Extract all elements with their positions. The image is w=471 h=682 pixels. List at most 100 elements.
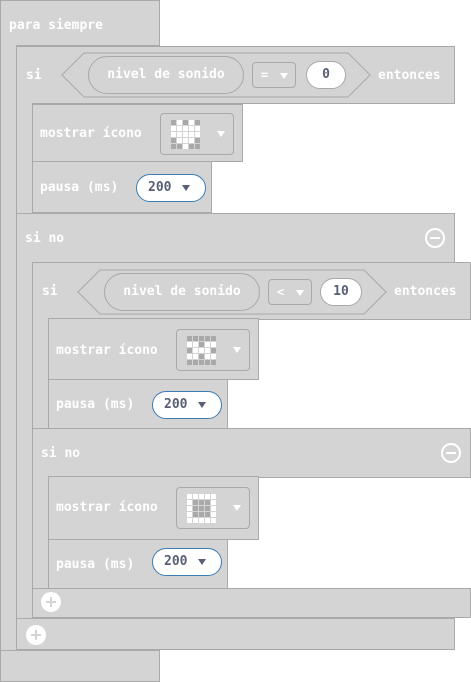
led-pixel [211,506,216,511]
inner-sound-level-reporter[interactable]: nivel de sonido [104,273,260,311]
inner-if-header[interactable]: si nivel de sonido < 10 entonces [32,262,471,320]
led-pixel [189,126,194,131]
outer-compare-value: 0 [322,67,330,82]
led-pixel [199,348,204,353]
led-pixel [193,500,198,505]
led-pixel [205,518,210,523]
outer-then-label: entonces [378,68,441,83]
led-pixel [211,500,216,505]
led-pixel [183,132,188,137]
led-pixel [187,336,192,341]
outer-if-label: si [26,68,42,83]
outer-sound-level-reporter[interactable]: nivel de sonido [88,56,244,94]
inner-pause-block[interactable]: pausa (ms) 200 [48,379,228,429]
remove-else-minus-icon[interactable] [425,228,445,248]
outer-pause-value-dropdown[interactable]: 200 [136,174,206,202]
outer-condition-hexagon[interactable]: nivel de sonido = 0 [61,52,371,98]
led-pixel [193,506,198,511]
inner-operator-dropdown[interactable]: < [268,279,312,305]
led-pixel [187,506,192,511]
inner-else-pause-label: pausa (ms) [56,557,135,572]
led-pixel [171,126,176,131]
led-pixel [171,144,176,149]
inner-else-pause-value: 200 [164,554,188,569]
led-pixel [199,336,204,341]
outer-pause-block[interactable]: pausa (ms) 200 [32,161,212,213]
led-pixel [189,120,194,125]
led-pixel [195,126,200,131]
inner-else-label: si no [41,446,81,461]
inner-else-icon-dropdown[interactable] [176,487,250,529]
led-pixel [171,120,176,125]
inner-else-pause-value-dropdown[interactable]: 200 [152,548,222,576]
led-pixel [193,348,198,353]
led-pixel [199,518,204,523]
chevron-down-icon [233,505,241,511]
forever-block-top[interactable]: para siempre [0,0,160,46]
inner-else-show-icon-label: mostrar ícono [56,500,158,515]
inner-icon-dropdown[interactable] [176,329,250,371]
led-pixel [193,360,198,365]
led-pixel [171,138,176,143]
inner-else-pause-block[interactable]: pausa (ms) 200 [48,539,228,589]
outer-show-icon-block[interactable]: mostrar ícono [32,104,243,162]
inner-compare-value-input[interactable]: 10 [320,278,362,306]
chevron-down-icon [217,131,225,137]
led-pixel [205,342,210,347]
outer-icon-dropdown[interactable] [160,113,234,155]
square-icon [185,492,217,524]
led-pixel [199,360,204,365]
led-pixel [193,518,198,523]
inner-if-label: si [42,284,58,299]
led-pixel [189,132,194,137]
led-pixel [193,336,198,341]
led-pixel [171,132,176,137]
led-pixel [211,360,216,365]
led-pixel [205,360,210,365]
led-pixel [211,348,216,353]
led-pixel [193,354,198,359]
led-pixel [193,494,198,499]
led-pixel [205,500,210,505]
led-pixel [211,512,216,517]
inner-show-icon-block[interactable]: mostrar ícono [48,318,259,380]
led-pixel [195,144,200,149]
outer-else-header[interactable]: si no [16,213,455,263]
inner-else-arm [32,477,49,589]
outer-if-header[interactable]: si nivel de sonido = 0 entonces [16,46,455,104]
add-else-plus-icon[interactable] [26,625,46,645]
inner-if-bottom [32,588,471,618]
led-pixel [205,354,210,359]
outer-operator-dropdown[interactable]: = [252,62,296,88]
led-pixel [193,342,198,347]
chevron-down-icon [233,347,241,353]
inner-else-show-icon-block[interactable]: mostrar ícono [48,476,259,540]
remove-else-minus-icon[interactable] [441,443,461,463]
led-pixel [177,144,182,149]
outer-compare-value-input[interactable]: 0 [306,61,346,89]
led-pixel [195,138,200,143]
led-pixel [205,348,210,353]
inner-else-header[interactable]: si no [32,428,471,478]
inner-pause-value-dropdown[interactable]: 200 [152,391,222,419]
add-else-plus-icon[interactable] [41,592,61,612]
led-pixel [187,518,192,523]
led-pixel [211,518,216,523]
led-pixel [187,494,192,499]
inner-condition-hexagon[interactable]: nivel de sonido < 10 [77,269,387,315]
led-pixel [177,126,182,131]
led-pixel [193,512,198,517]
outer-else-arm [16,262,33,620]
inner-show-icon-label: mostrar ícono [56,343,158,358]
led-pixel [211,354,216,359]
led-pixel [205,494,210,499]
led-pixel [199,342,204,347]
led-pixel [187,342,192,347]
led-pixel [199,354,204,359]
inner-if-arm [32,319,49,431]
chevron-down-icon [198,559,206,565]
led-pixel [183,126,188,131]
chevron-down-icon [296,290,304,296]
led-pixel [187,348,192,353]
forever-block-arm [0,45,17,652]
